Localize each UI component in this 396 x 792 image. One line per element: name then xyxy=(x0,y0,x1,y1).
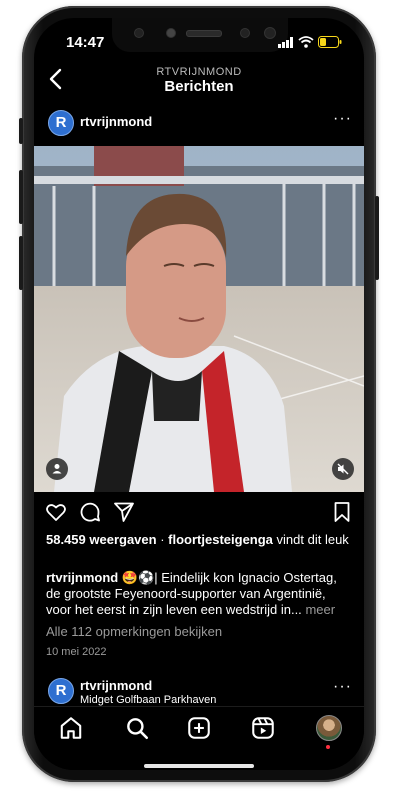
sensor-dot xyxy=(134,28,144,38)
post-header: R rtvrijnmond ··· xyxy=(34,104,364,144)
post-date: 10 mei 2022 xyxy=(46,646,107,658)
next-post-avatar[interactable]: R xyxy=(48,678,74,704)
next-post-location[interactable]: Midget Golfbaan Parkhaven xyxy=(80,694,216,706)
notification-dot xyxy=(326,745,330,749)
home-icon[interactable] xyxy=(58,715,84,741)
next-post-username[interactable]: rtvrijnmond xyxy=(80,678,152,693)
post-caption: rtvrijnmond 🤩⚽| Eindelijk kon Ignacio Os… xyxy=(46,570,354,618)
post-username[interactable]: rtvrijnmond xyxy=(80,114,152,129)
heart-icon[interactable] xyxy=(44,500,68,524)
header-account-name: RTVRIJNMOND xyxy=(156,66,242,78)
post-actions xyxy=(34,498,364,528)
status-time: 14:47 xyxy=(66,34,105,51)
phone-volume-down-button xyxy=(19,236,23,290)
person-tag-icon[interactable] xyxy=(46,458,68,480)
likes-suffix: vindt dit leuk xyxy=(276,532,349,547)
phone-power-button xyxy=(375,196,379,280)
front-camera xyxy=(264,27,276,39)
more-options-icon[interactable]: ··· xyxy=(333,678,352,696)
caption-emoji: 🤩⚽ xyxy=(121,570,155,585)
liker-username[interactable]: floortjesteigenga xyxy=(168,532,273,547)
caption-username[interactable]: rtvrijnmond xyxy=(46,570,118,585)
speaker-grille xyxy=(186,30,222,37)
like-summary: 58.459 weergaven · floortjesteigenga vin… xyxy=(46,532,354,548)
home-indicator[interactable] xyxy=(144,764,254,768)
view-comments-link[interactable]: Alle 112 opmerkingen bekijken xyxy=(46,624,354,640)
wifi-icon xyxy=(298,36,314,48)
reels-icon[interactable] xyxy=(250,715,276,741)
send-icon[interactable] xyxy=(112,500,136,524)
notch xyxy=(112,18,288,52)
signal-icon xyxy=(278,36,293,48)
comment-icon[interactable] xyxy=(78,500,102,524)
view-count[interactable]: 58.459 weergaven xyxy=(46,532,157,547)
account-avatar[interactable]: R xyxy=(48,110,74,136)
video-frame-image xyxy=(34,146,364,492)
sensor-dot xyxy=(166,28,176,38)
search-icon[interactable] xyxy=(124,715,150,741)
next-post-header: R rtvrijnmond Midget Golfbaan Parkhaven … xyxy=(34,676,364,708)
bottom-tab-bar xyxy=(34,706,364,770)
status-icons xyxy=(278,36,342,48)
page-title: Berichten xyxy=(164,78,234,95)
separator: · xyxy=(160,532,165,547)
muted-speaker-icon[interactable] xyxy=(332,458,354,480)
page-header: RTVRIJNMOND Berichten xyxy=(34,58,364,100)
more-options-icon[interactable]: ··· xyxy=(333,110,352,128)
front-camera xyxy=(240,28,250,38)
phone-screen: 14:47 RTVRIJNMOND Berichten R rtvrijnmon… xyxy=(34,18,364,770)
new-post-icon[interactable] xyxy=(186,715,212,741)
bookmark-icon[interactable] xyxy=(330,500,354,524)
more-link[interactable]: meer xyxy=(305,602,335,617)
battery-icon xyxy=(318,36,342,48)
phone-volume-up-button xyxy=(19,170,23,224)
post-video[interactable] xyxy=(34,146,364,492)
phone-action-button xyxy=(19,118,23,144)
profile-avatar[interactable] xyxy=(316,715,342,741)
